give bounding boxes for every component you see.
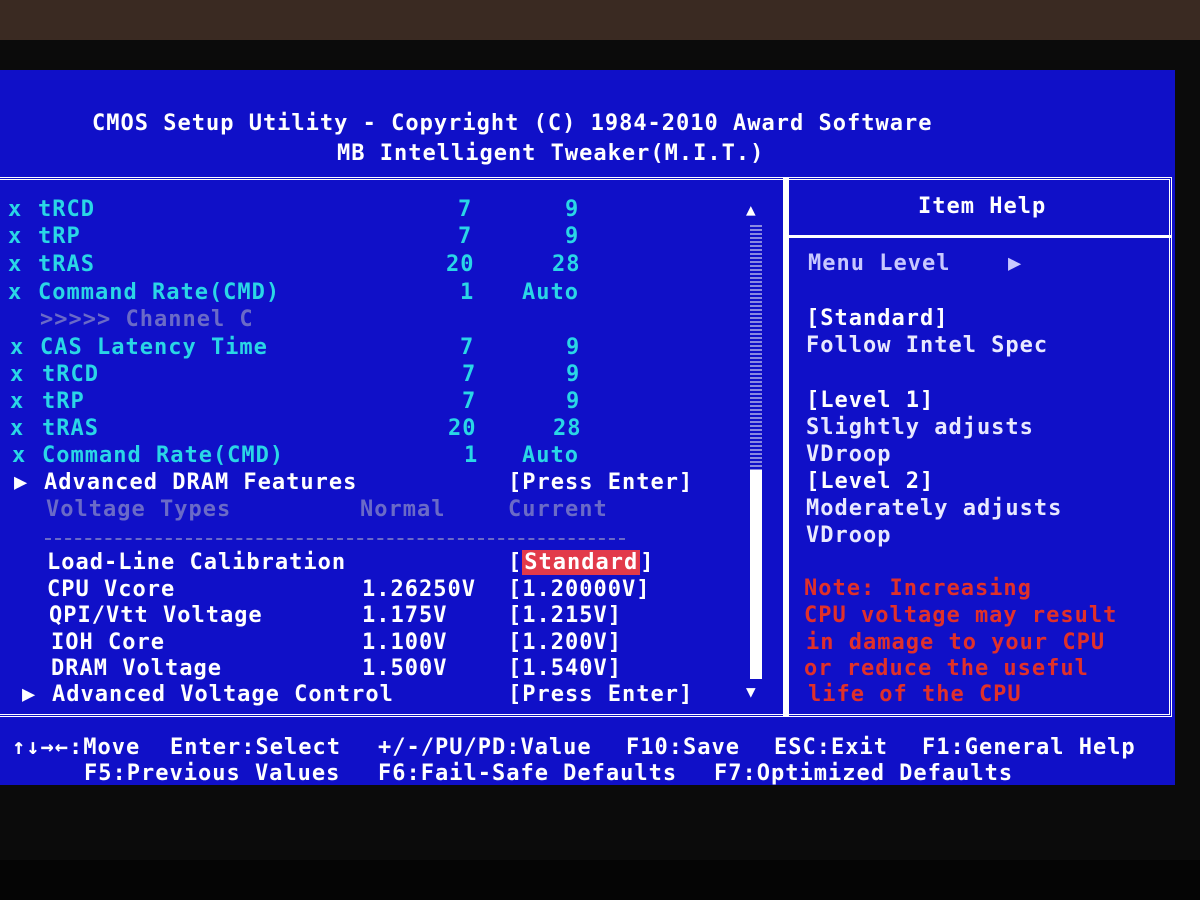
timing-current: 9	[565, 197, 580, 222]
footer-help-hint: F1:General Help	[922, 735, 1136, 760]
timing-normal: 1	[460, 280, 475, 305]
dram-voltage-current[interactable]: [1.540V]	[508, 657, 622, 681]
help-note-line: in damage to your CPU	[806, 630, 1106, 655]
timing-current: 28	[552, 252, 581, 277]
help-line: [Level 1]	[806, 388, 935, 413]
advanced-voltage-value: [Press Enter]	[508, 682, 694, 707]
footer-previous-hint: F5:Previous Values	[84, 761, 341, 786]
header-subtitle: MB Intelligent Tweaker(M.I.T.)	[337, 141, 765, 166]
dram-voltage-normal: 1.500V	[362, 656, 448, 681]
advanced-dram-label: Advanced DRAM Features	[44, 470, 358, 495]
help-separator	[789, 235, 1172, 238]
footer-move-hint: ↑↓→←:Move	[12, 735, 141, 760]
help-line: [Standard]	[806, 306, 949, 331]
timing-label: tRCD	[38, 197, 95, 222]
footer-value-hint: +/-/PU/PD:Value	[378, 735, 592, 760]
timing-normal: 7	[460, 335, 475, 360]
timing-label: tRCD	[42, 362, 99, 387]
disabled-x-icon: x	[10, 335, 25, 360]
qpi-vtt-label: QPI/Vtt Voltage	[49, 603, 263, 628]
bios-window: CMOS Setup Utility - Copyright (C) 1984-…	[0, 70, 1175, 786]
timing-current: 9	[566, 362, 581, 387]
help-note-line: or reduce the useful	[804, 656, 1089, 681]
panel-divider	[783, 177, 789, 717]
disabled-x-icon: x	[10, 362, 25, 387]
timing-label: tRP	[42, 389, 85, 414]
ioh-core-normal: 1.100V	[362, 630, 448, 655]
monitor-bezel-top	[0, 0, 1200, 40]
help-note-line: Note: Increasing	[804, 576, 1032, 601]
footer-failsafe-hint: F6:Fail-Safe Defaults	[378, 761, 678, 786]
timing-normal: 7	[458, 224, 473, 249]
llc-bracket-close: ]	[640, 550, 655, 575]
timing-current: 9	[566, 335, 581, 360]
help-line: VDroop	[806, 442, 892, 467]
timing-label: tRP	[38, 224, 81, 249]
dram-voltage-label: DRAM Voltage	[51, 656, 222, 681]
qpi-vtt-current[interactable]: [1.215V]	[508, 604, 622, 628]
llc-selected-value[interactable]: Standard	[522, 550, 641, 575]
help-line: VDroop	[806, 523, 892, 548]
qpi-vtt-normal: 1.175V	[362, 603, 448, 628]
timing-normal: 20	[446, 252, 475, 277]
help-line: Slightly adjusts	[806, 415, 1034, 440]
timing-normal: 7	[458, 197, 473, 222]
help-note-line: CPU voltage may result	[804, 603, 1118, 628]
ioh-core-current[interactable]: [1.200V]	[508, 631, 622, 655]
timing-label: Command Rate(CMD)	[42, 443, 285, 468]
timing-normal: 1	[464, 443, 479, 468]
voltage-divider	[45, 538, 625, 540]
channel-c-label: >>>>> Channel C	[40, 307, 254, 332]
scroll-down-icon[interactable]: ▼	[746, 680, 757, 704]
footer-optimized-hint: F7:Optimized Defaults	[714, 761, 1014, 786]
footer-exit-hint: ESC:Exit	[774, 735, 888, 760]
timing-label: tRAS	[38, 252, 95, 277]
help-note-line: life of the CPU	[808, 682, 1022, 707]
scrollbar-thumb[interactable]	[750, 470, 762, 679]
timing-label: CAS Latency Time	[40, 335, 268, 360]
cpu-vcore-current[interactable]: [1.20000V]	[508, 578, 650, 602]
timing-current: Auto	[522, 280, 579, 305]
ioh-core-label: IOH Core	[51, 630, 165, 655]
submenu-arrow-icon: ▶	[14, 470, 29, 495]
footer-save-hint: F10:Save	[626, 735, 740, 760]
llc-label: Load-Line Calibration	[47, 550, 347, 575]
menu-level-arrow-icon: ▶	[1008, 251, 1023, 276]
footer-select-hint: Enter:Select	[170, 735, 341, 760]
help-line: Follow Intel Spec	[806, 333, 1049, 358]
normal-column-header: Normal	[360, 497, 446, 522]
llc-bracket-open: [	[508, 550, 523, 575]
header-title: CMOS Setup Utility - Copyright (C) 1984-…	[92, 111, 933, 136]
timing-current: Auto	[522, 443, 579, 468]
submenu-arrow-icon: ▶	[22, 682, 37, 707]
disabled-x-icon: x	[10, 389, 25, 414]
cpu-vcore-normal: 1.26250V	[362, 577, 476, 602]
timing-current: 28	[553, 416, 582, 441]
timing-label: tRAS	[42, 416, 99, 441]
timing-current: 9	[565, 224, 580, 249]
voltage-types-header: Voltage Types	[46, 497, 232, 522]
monitor-bezel-bottom	[0, 860, 1200, 900]
help-line: Moderately adjusts	[806, 496, 1063, 521]
scroll-up-icon[interactable]: ▲	[746, 198, 757, 222]
cpu-vcore-label: CPU Vcore	[47, 577, 176, 602]
disabled-x-icon: x	[8, 252, 23, 277]
advanced-dram-value: [Press Enter]	[508, 470, 694, 495]
help-line: [Level 2]	[806, 469, 935, 494]
timing-current: 9	[566, 389, 581, 414]
current-column-header: Current	[508, 497, 608, 522]
llc-value[interactable]: [Standard]	[508, 550, 655, 575]
disabled-x-icon: x	[8, 280, 23, 305]
advanced-voltage-label: Advanced Voltage Control	[52, 682, 394, 707]
disabled-x-icon: x	[8, 224, 23, 249]
item-help-title: Item Help	[918, 194, 1047, 219]
menu-level-label: Menu Level	[808, 251, 951, 276]
timing-normal: 7	[462, 362, 477, 387]
timing-normal: 20	[448, 416, 477, 441]
timing-label: Command Rate(CMD)	[38, 280, 281, 305]
disabled-x-icon: x	[10, 416, 25, 441]
timing-normal: 7	[462, 389, 477, 414]
disabled-x-icon: x	[12, 443, 27, 468]
disabled-x-icon: x	[8, 197, 23, 222]
